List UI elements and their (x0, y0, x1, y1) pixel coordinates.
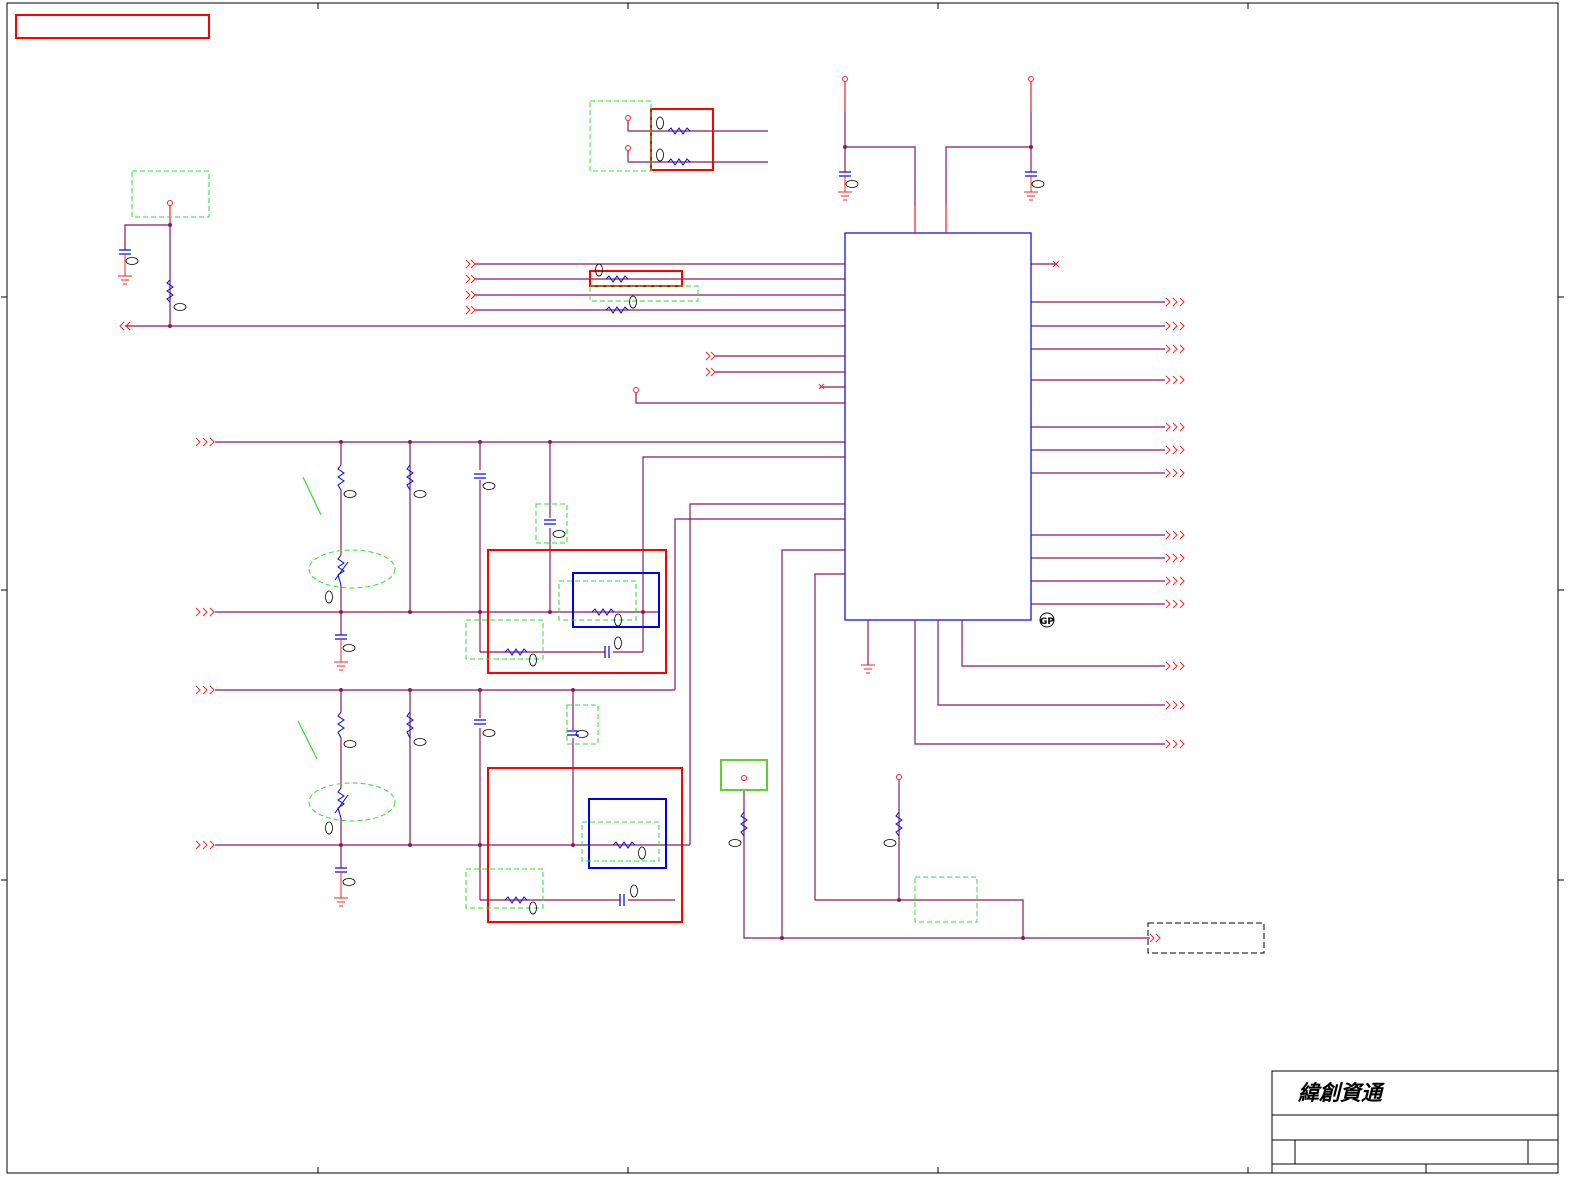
green-dashed-boxes (131, 100, 978, 923)
offpage-reference-box (1147, 922, 1265, 954)
main-ic-block (844, 232, 1032, 621)
ic-gp-marker: GP (1039, 612, 1055, 628)
green-callouts (297, 476, 322, 760)
blue-highlight-boxes (572, 572, 667, 869)
power-pins (167, 76, 1034, 781)
red-highlight-boxes (487, 108, 714, 923)
component-ref-tags (125, 116, 1045, 915)
ground-symbols (118, 176, 1038, 907)
company-name: 緯創資通 (1297, 1080, 1385, 1105)
schematic-sheet: GP 緯創資通 (1, 2, 1564, 1174)
ic-gp-label: GP (1040, 617, 1054, 627)
red-wire-stubs (169, 82, 1032, 233)
wires (124, 80, 1165, 939)
sheet-title-highlight (15, 14, 210, 39)
port-markers (119, 259, 1185, 943)
resistors (166, 127, 903, 904)
